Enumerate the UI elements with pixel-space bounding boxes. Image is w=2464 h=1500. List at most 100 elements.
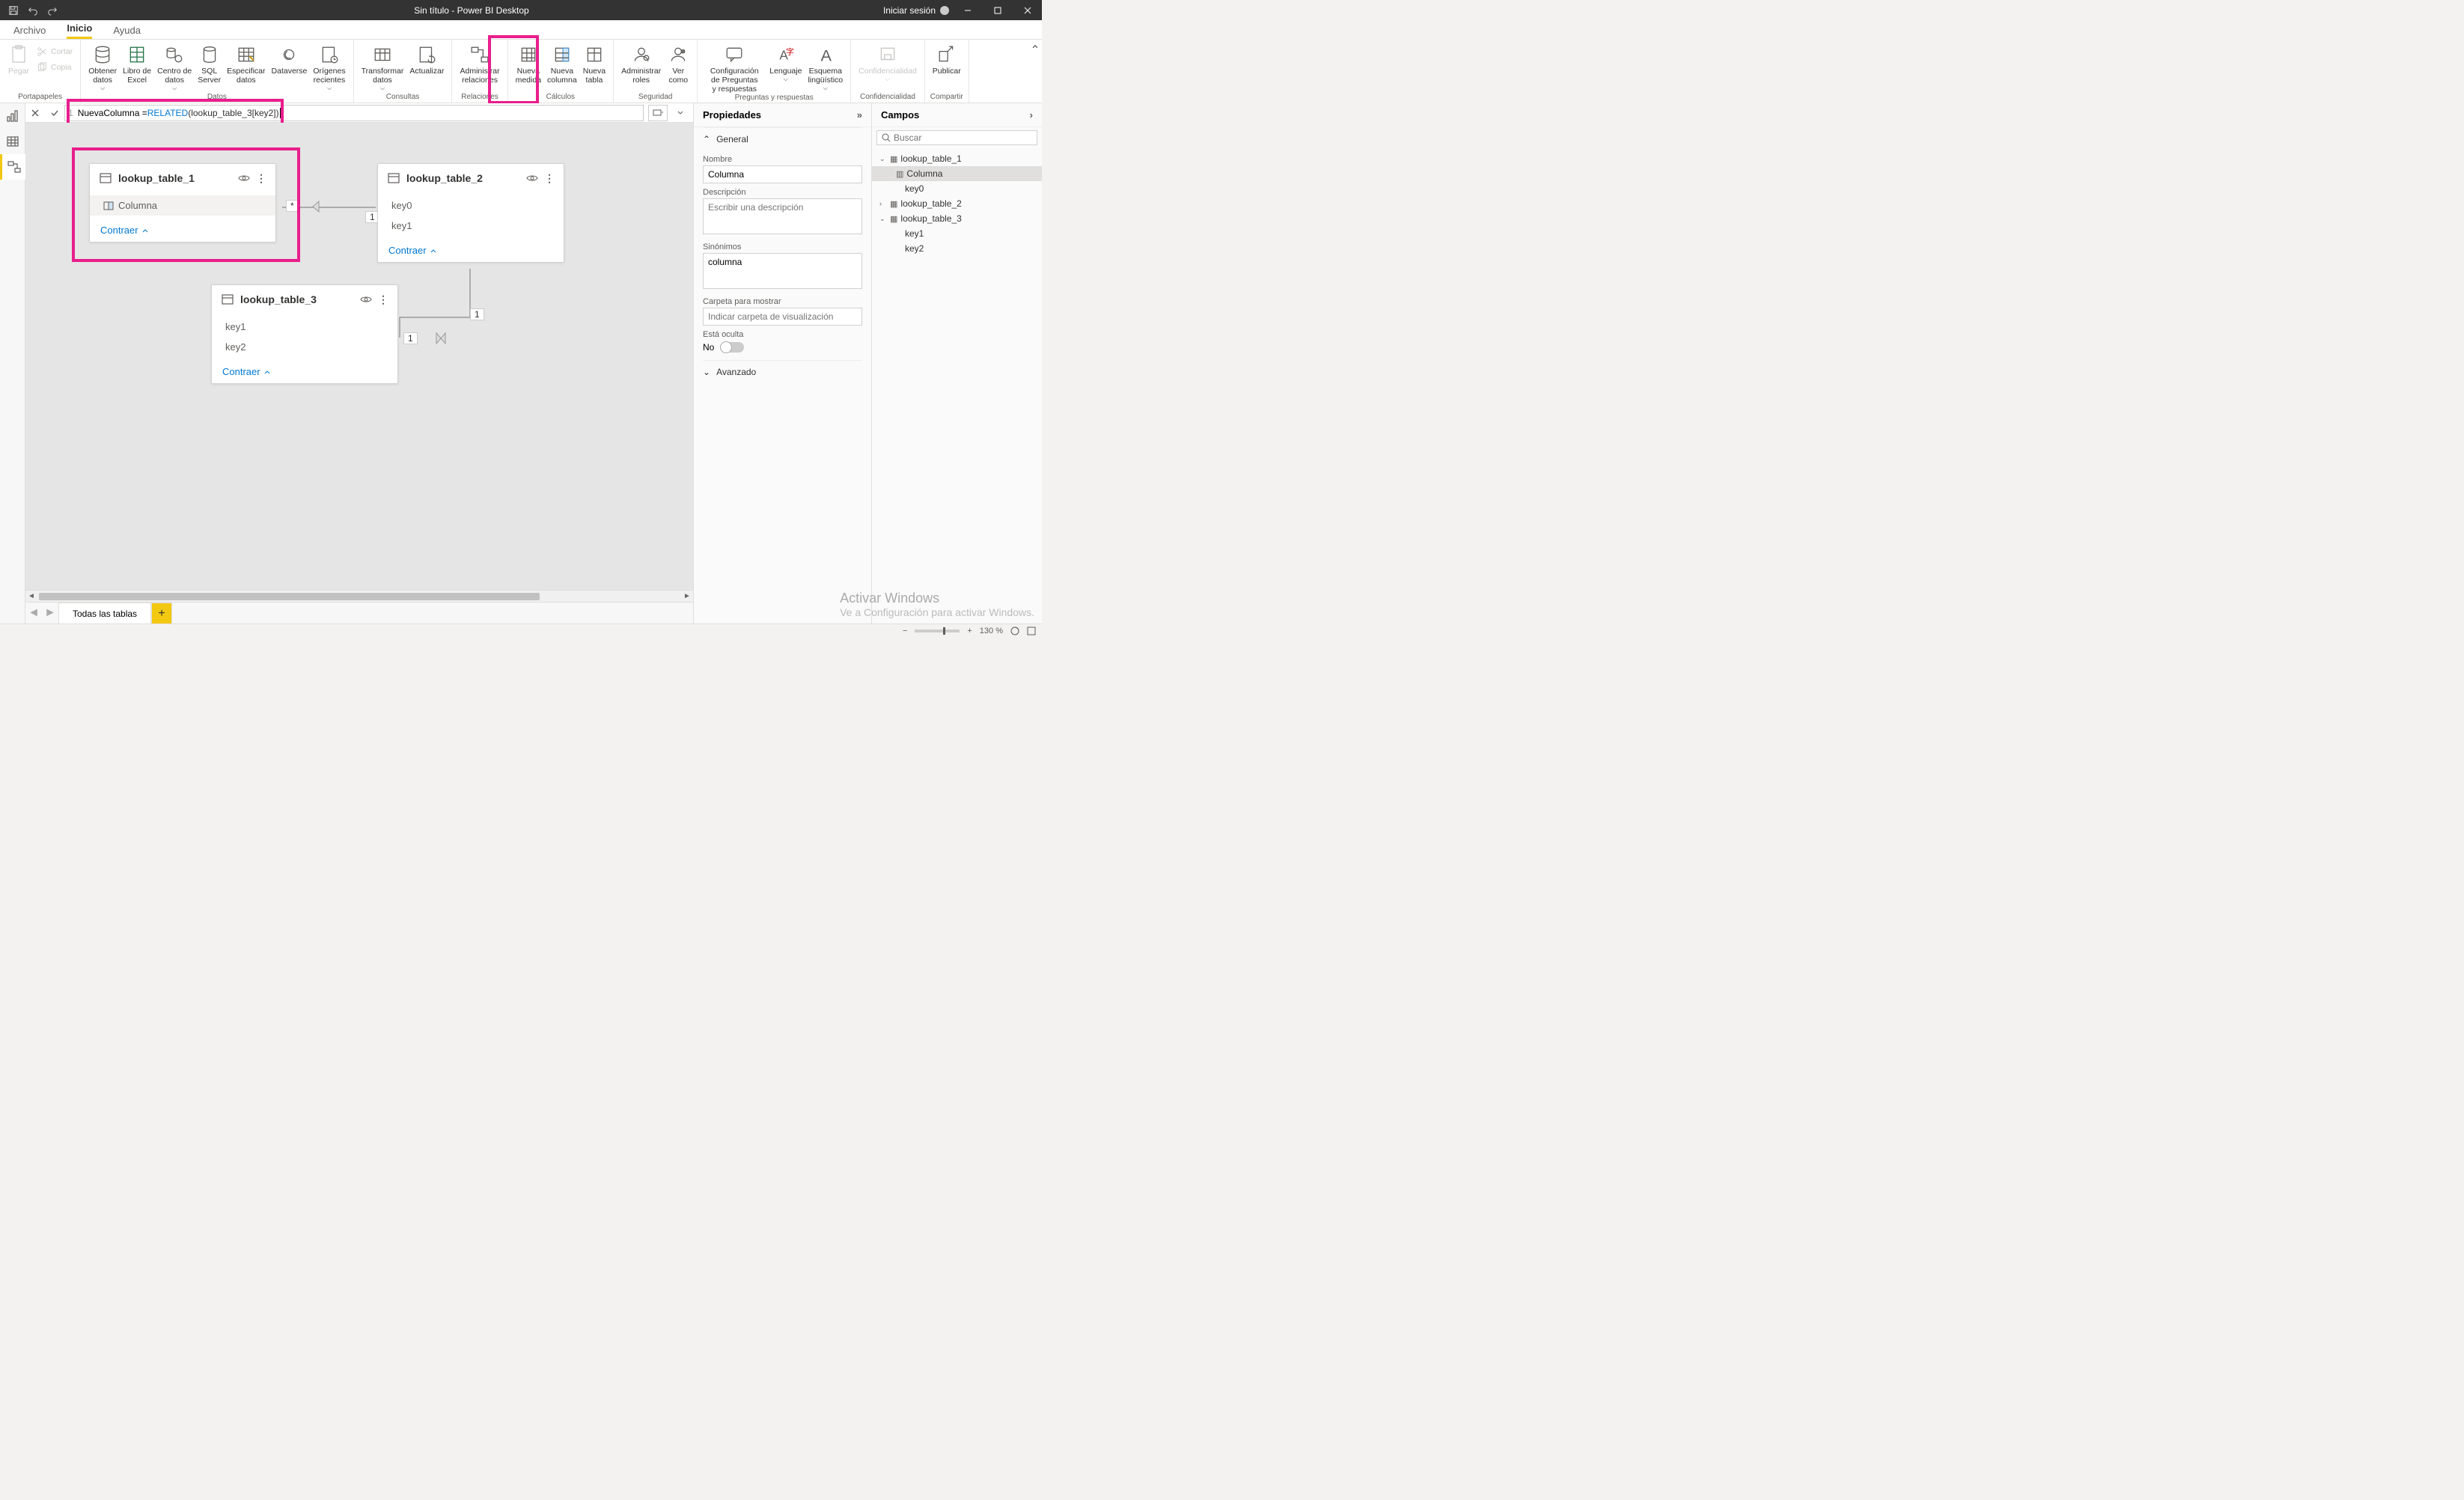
copy-button[interactable]: Copia bbox=[33, 60, 76, 75]
transform-button[interactable]: Transformardatos⌵ bbox=[359, 41, 407, 93]
signin-label: Iniciar sesión bbox=[883, 5, 936, 16]
section-advanced[interactable]: ⌄Avanzado bbox=[703, 360, 862, 383]
ribbon-collapse-button[interactable]: ⌃ bbox=[1028, 40, 1042, 103]
table-3-collapse[interactable]: Contraer bbox=[212, 360, 397, 383]
tree-t3-key2[interactable]: key2 bbox=[872, 241, 1042, 256]
schema-button[interactable]: AEsquemalingüístico⌵ bbox=[805, 41, 846, 94]
formula-dropdown-button[interactable] bbox=[648, 105, 668, 121]
table-1-field-label: Columna bbox=[118, 200, 157, 211]
redo-icon[interactable] bbox=[45, 3, 60, 18]
zoom-slider[interactable] bbox=[915, 629, 960, 632]
more-icon[interactable]: ⋮ bbox=[378, 293, 388, 306]
table-card-1[interactable]: lookup_table_1 ⋮ Columna Contraer bbox=[89, 163, 276, 243]
section-general[interactable]: ⌃General bbox=[703, 127, 862, 150]
sql-button[interactable]: SQLServer bbox=[195, 41, 224, 93]
properties-collapse-button[interactable]: » bbox=[857, 109, 862, 121]
tablecard-icon bbox=[387, 171, 400, 185]
hidden-value: No bbox=[703, 342, 714, 353]
tab-archivo[interactable]: Archivo bbox=[13, 25, 46, 39]
synonyms-input[interactable] bbox=[703, 253, 862, 289]
new-table-button[interactable]: Nuevatabla bbox=[580, 41, 609, 93]
folder-input[interactable] bbox=[703, 308, 862, 326]
tree-label: lookup_table_3 bbox=[900, 213, 961, 224]
tab-ayuda[interactable]: Ayuda bbox=[113, 25, 141, 39]
formula-editor[interactable]: 1 NuevaColumna = RELATED ( lookup_table_… bbox=[64, 105, 644, 121]
table-1-collapse[interactable]: Contraer bbox=[90, 219, 275, 242]
fit-button[interactable] bbox=[1010, 626, 1019, 635]
report-view-button[interactable] bbox=[0, 103, 25, 129]
tab-inicio[interactable]: Inicio bbox=[67, 22, 92, 39]
table-1-field-columna[interactable]: Columna bbox=[90, 195, 275, 216]
formula-commit-button[interactable] bbox=[46, 105, 63, 121]
excel-button[interactable]: Libro deExcel bbox=[120, 41, 154, 93]
cut-button[interactable]: Cortar bbox=[33, 44, 76, 59]
get-data-button[interactable]: Obtenerdatos⌵ bbox=[85, 41, 120, 93]
formula-cancel-button[interactable] bbox=[27, 105, 43, 121]
table-2-field-key1[interactable]: key1 bbox=[378, 216, 564, 236]
fields-search-input[interactable] bbox=[894, 132, 1032, 143]
table-2-collapse[interactable]: Contraer bbox=[378, 239, 564, 262]
more-icon[interactable]: ⋮ bbox=[544, 172, 555, 185]
paste-button[interactable]: Pegar bbox=[4, 41, 33, 93]
name-input[interactable] bbox=[703, 165, 862, 183]
language-button[interactable]: A字Lenguaje⌵ bbox=[766, 41, 805, 94]
signin-button[interactable]: Iniciar sesión bbox=[883, 5, 949, 16]
manage-relations-button[interactable]: Administrarrelaciones bbox=[457, 41, 502, 93]
eye-icon[interactable] bbox=[238, 172, 250, 184]
table-icon: ▦ bbox=[890, 154, 897, 164]
refresh-button[interactable]: Actualizar bbox=[406, 41, 447, 93]
more-icon[interactable]: ⋮ bbox=[256, 172, 266, 185]
canvas-hscroll[interactable]: ◄► bbox=[25, 590, 693, 602]
table-3-field-key1[interactable]: key1 bbox=[212, 317, 397, 337]
tree-t3-key1[interactable]: key1 bbox=[872, 226, 1042, 241]
sheet-add-button[interactable]: + bbox=[151, 603, 172, 624]
eye-icon[interactable] bbox=[360, 293, 372, 305]
measure-label: Nuevamedida bbox=[516, 67, 541, 85]
tree-t1-columna[interactable]: ▥Columna bbox=[872, 166, 1042, 181]
model-view-button[interactable] bbox=[0, 154, 25, 180]
formula-expand-button[interactable] bbox=[672, 105, 689, 121]
fields-search[interactable] bbox=[876, 130, 1037, 145]
new-column-button[interactable]: Nuevacolumna bbox=[544, 41, 580, 93]
data-view-button[interactable] bbox=[0, 129, 25, 154]
tree-table-2[interactable]: ›▦lookup_table_2 bbox=[872, 196, 1042, 211]
table-3-field-key2[interactable]: key2 bbox=[212, 337, 397, 357]
view-as-button[interactable]: Vercomo bbox=[664, 41, 692, 93]
model-canvas[interactable]: * 1 1 1 lookup_table_1 ⋮ Columna Contrae… bbox=[25, 123, 693, 602]
zoom-in-button[interactable]: + bbox=[967, 626, 972, 635]
dataverse-button[interactable]: Dataverse bbox=[269, 41, 311, 93]
fields-collapse-button[interactable]: › bbox=[1030, 109, 1033, 121]
tablecard-icon bbox=[221, 293, 234, 306]
enter-data-button[interactable]: Especificardatos bbox=[224, 41, 268, 93]
tree-table-1[interactable]: ⌄▦lookup_table_1 bbox=[872, 151, 1042, 166]
fullscreen-button[interactable] bbox=[1027, 626, 1036, 635]
confidentiality-button[interactable]: Confidencialidad⌵ bbox=[856, 41, 920, 93]
table-2-field-key0[interactable]: key0 bbox=[378, 195, 564, 216]
description-input[interactable] bbox=[703, 198, 862, 234]
hidden-label: Está oculta bbox=[703, 330, 862, 339]
relations-label: Administrarrelaciones bbox=[460, 67, 499, 85]
new-measure-button[interactable]: Nuevamedida bbox=[513, 41, 544, 93]
sheet-prev-button[interactable]: ◄ bbox=[25, 605, 42, 621]
tree-t1-key0[interactable]: key0 bbox=[872, 181, 1042, 196]
table-card-2[interactable]: lookup_table_2 ⋮ key0 key1 Contraer bbox=[377, 163, 564, 263]
rel-arrow-2 bbox=[433, 331, 448, 346]
qa-setup-button[interactable]: Configuración de Preguntasy respuestas bbox=[702, 41, 766, 94]
eye-icon[interactable] bbox=[526, 172, 538, 184]
zoom-out-button[interactable]: − bbox=[903, 626, 907, 635]
sheet-tab-all[interactable]: Todas las tablas bbox=[58, 603, 151, 624]
sheet-next-button[interactable]: ► bbox=[42, 605, 58, 621]
manage-roles-button[interactable]: Administrarroles bbox=[618, 41, 664, 93]
table-card-3[interactable]: lookup_table_3 ⋮ key1 key2 Contraer bbox=[211, 284, 398, 384]
sql-label: SQLServer bbox=[198, 67, 221, 85]
data-hub-button[interactable]: Centro dedatos⌵ bbox=[154, 41, 195, 93]
recent-button[interactable]: Orígenesrecientes⌵ bbox=[310, 41, 348, 93]
undo-icon[interactable] bbox=[25, 3, 40, 18]
save-icon[interactable] bbox=[6, 3, 21, 18]
tree-table-3[interactable]: ⌄▦lookup_table_3 bbox=[872, 211, 1042, 226]
publish-button[interactable]: Publicar bbox=[930, 41, 964, 93]
maximize-button[interactable] bbox=[986, 0, 1009, 20]
minimize-button[interactable] bbox=[957, 0, 979, 20]
close-button[interactable] bbox=[1016, 0, 1039, 20]
hidden-toggle[interactable] bbox=[720, 342, 744, 353]
